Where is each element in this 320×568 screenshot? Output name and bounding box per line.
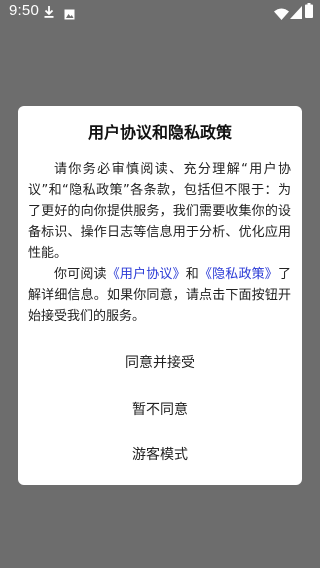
privacy-policy-link[interactable]: 《隐私政策》 xyxy=(199,267,278,282)
gallery-icon xyxy=(64,5,75,24)
guest-mode-button[interactable]: 游客模式 xyxy=(18,445,302,465)
privacy-dialog: 用户协议和隐私政策 请你务必审慎阅读、充分理解“用户协议”和“隐私政策”各条款，… xyxy=(18,106,302,485)
wifi-icon xyxy=(274,5,289,24)
status-bar: 9:50 xyxy=(0,0,320,24)
details-prefix: 你可阅读 xyxy=(54,267,107,282)
agree-button[interactable]: 同意并接受 xyxy=(18,353,302,373)
battery-icon xyxy=(305,3,313,22)
intro-paragraph: 请你务必审慎阅读、充分理解“用户协议”和“隐私政策”各条款，包括但不限于：为了更… xyxy=(28,162,291,261)
disagree-button[interactable]: 暂不同意 xyxy=(18,400,302,420)
details-and: 和 xyxy=(185,267,199,282)
details-paragraph: 你可阅读《用户协议》和《隐私政策》了解详细信息。如果你同意，请点击下面按钮开始接… xyxy=(28,264,291,327)
status-time: 9:50 xyxy=(9,2,39,19)
signal-icon xyxy=(290,4,302,23)
dialog-body: 请你务必审慎阅读、充分理解“用户协议”和“隐私政策”各条款，包括但不限于：为了更… xyxy=(28,159,291,327)
download-icon xyxy=(43,4,55,23)
dialog-title: 用户协议和隐私政策 xyxy=(87,123,232,142)
user-agreement-link[interactable]: 《用户协议》 xyxy=(107,267,186,282)
